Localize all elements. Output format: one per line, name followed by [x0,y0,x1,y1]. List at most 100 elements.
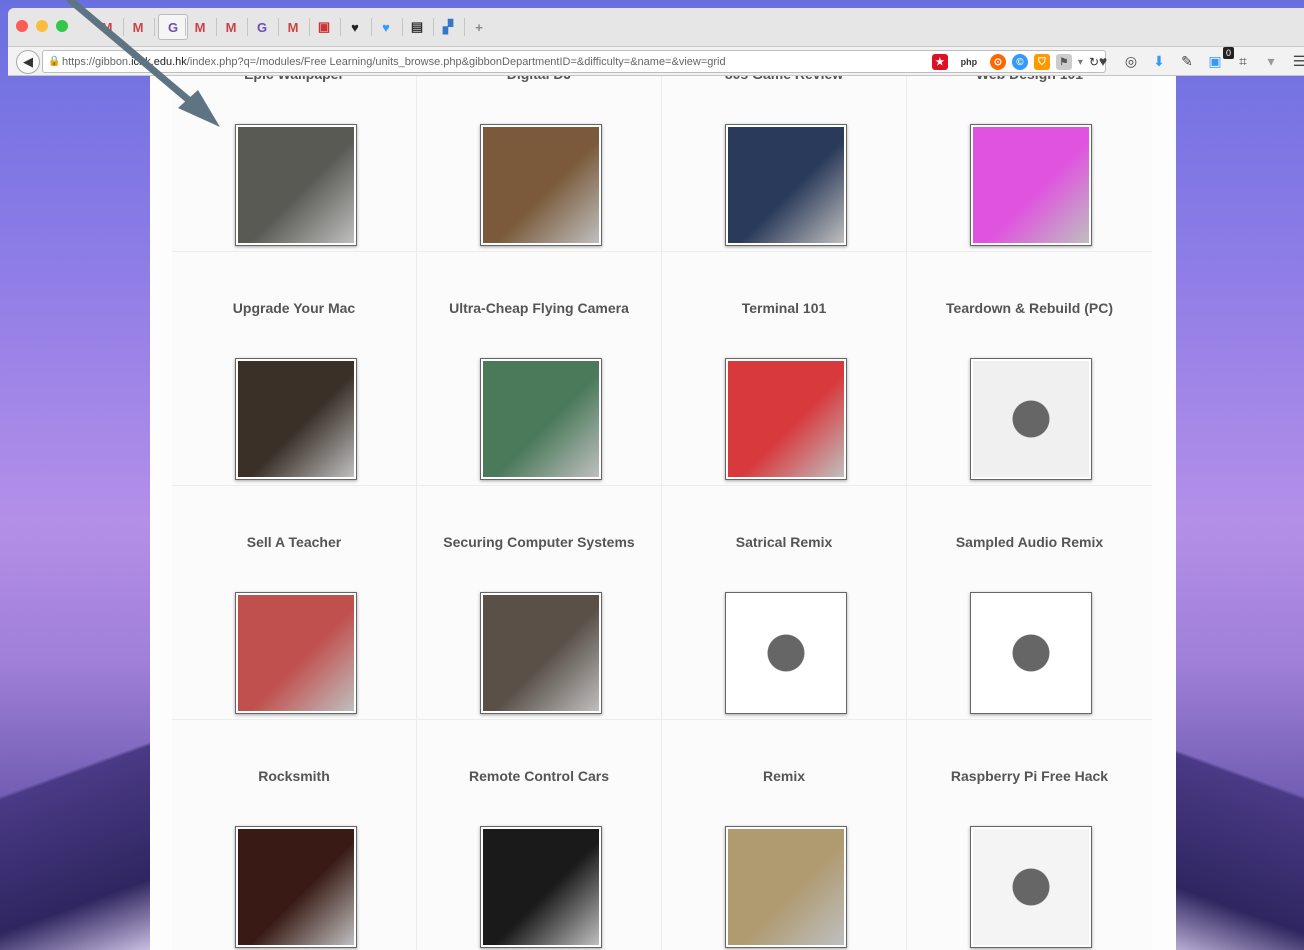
unit-card[interactable]: Ultra-Cheap Flying Camera [417,252,662,508]
gmail-tab-3[interactable]: M [189,18,211,36]
unit-thumbnail[interactable] [235,826,357,948]
tab-separator [309,18,310,36]
unit-card[interactable]: Upgrade Your Mac [172,252,417,508]
close-window-button[interactable] [16,20,28,32]
unit-title[interactable]: Digital DJ [417,76,661,82]
url-bar[interactable]: 🔒 https://gibbon. ichk.edu.hk /index.php… [42,50,1106,73]
gmail-tab[interactable]: M [96,18,118,36]
new-tab-button[interactable]: + [468,18,490,36]
maximize-window-button[interactable] [56,20,68,32]
delicious-tab[interactable]: ▞ [437,18,459,36]
unit-card[interactable]: Teardown & Rebuild (PC) [907,252,1152,508]
shield-icon[interactable]: ⛉ [1033,54,1050,70]
unit-title[interactable]: Web Design 101 [907,76,1152,82]
unit-card[interactable]: Sell A Teacher [172,486,417,742]
dropdown-icon[interactable]: ▾ [1078,57,1083,68]
unit-thumbnail[interactable] [970,592,1092,714]
unit-thumbnail[interactable] [725,124,847,246]
unit-card[interactable]: Remote Control Cars [417,720,662,950]
unit-thumbnail[interactable] [480,124,602,246]
tab-separator [278,18,279,36]
unit-title[interactable]: Remix [662,768,906,784]
notification-badge: 0 [1223,47,1235,59]
unit-thumbnail-image [728,829,844,945]
unit-card[interactable]: Epic Wallpaper [172,76,417,274]
unit-thumbnail[interactable] [970,124,1092,246]
unit-thumbnail[interactable] [970,826,1092,948]
unit-title[interactable]: Ultra-Cheap Flying Camera [417,300,661,316]
unit-card[interactable]: Remix [662,720,907,950]
unit-card[interactable]: Rocksmith [172,720,417,950]
gibbon-tab-2[interactable]: G [251,18,273,36]
tab-separator [433,18,434,36]
unit-title[interactable]: Raspberry Pi Free Hack [907,768,1152,784]
unit-card[interactable]: Web Design 101 [907,76,1152,274]
extension-blue-icon[interactable]: © [1011,54,1028,70]
unit-thumbnail[interactable] [480,826,602,948]
app-tab[interactable]: ▣ [313,18,335,36]
unit-thumbnail[interactable] [235,358,357,480]
url-host: ichk.edu.hk [131,55,187,68]
unit-thumbnail-image [973,361,1089,477]
browser-toolbar: ♥ ◎ ⬇ ✎ ▣ ⌗ ▾ ☰ [1094,51,1304,71]
unit-thumbnail[interactable] [480,592,602,714]
unit-thumbnail-image [483,127,599,243]
unit-title[interactable]: Rocksmith [172,768,416,784]
toolbar-dropdown-icon[interactable]: ▾ [1262,53,1280,70]
gmail-tab-2[interactable]: M [127,18,149,36]
unit-card[interactable]: Securing Computer Systems [417,486,662,742]
github-icon[interactable]: ◎ [1122,53,1140,70]
unit-thumbnail-image [483,361,599,477]
menu-icon[interactable]: ☰ [1290,53,1304,70]
html-badge-icon[interactable]: ⚑ [1055,54,1072,70]
twitter-tab-2[interactable]: ♥ [375,18,397,36]
back-button[interactable]: ◀ [16,50,40,74]
unit-thumbnail[interactable] [235,124,357,246]
unit-thumbnail[interactable] [725,592,847,714]
unit-title[interactable]: Securing Computer Systems [417,534,661,550]
unit-thumbnail[interactable] [235,592,357,714]
download-icon[interactable]: ⬇ [1150,53,1168,70]
tab-separator [123,18,124,36]
unit-thumbnail-image [973,595,1089,711]
unit-thumbnail[interactable] [480,358,602,480]
tab-separator [216,18,217,36]
gmail-tab-5[interactable]: M [282,18,304,36]
unit-card[interactable]: Sampled Audio Remix [907,486,1152,742]
unit-thumbnail-image [238,361,354,477]
extension-circle-icon[interactable]: ⊙ [989,54,1006,70]
lock-icon: 🔒 [48,56,61,67]
extension-badge-icon[interactable]: ▣ [1206,53,1224,70]
unit-card[interactable]: 80s Game Review [662,76,907,274]
hk-flag-icon[interactable]: ★ [931,54,948,70]
unit-title[interactable]: Sell A Teacher [172,534,416,550]
digg-tab[interactable]: ▤ [406,18,428,36]
unit-thumbnail-image [238,829,354,945]
unit-card[interactable]: Digital DJ [417,76,662,274]
unit-card[interactable]: Satrical Remix [662,486,907,742]
unit-title[interactable]: Sampled Audio Remix [907,534,1152,550]
unit-title[interactable]: Epic Wallpaper [172,76,416,82]
unit-thumbnail[interactable] [970,358,1092,480]
unit-title[interactable]: 80s Game Review [662,76,906,82]
unit-title[interactable]: Upgrade Your Mac [172,300,416,316]
unit-title[interactable]: Teardown & Rebuild (PC) [907,300,1152,316]
unit-title[interactable]: Terminal 101 [662,300,906,316]
unit-card[interactable]: Raspberry Pi Free Hack [907,720,1152,950]
wrench-icon[interactable]: ✎ [1178,53,1196,70]
unit-thumbnail-image [728,361,844,477]
unit-title[interactable]: Satrical Remix [662,534,906,550]
unit-title[interactable]: Remote Control Cars [417,768,661,784]
unit-thumbnail[interactable] [725,358,847,480]
unit-thumbnail-image [238,127,354,243]
unit-thumbnail-image [973,829,1089,945]
gibbon-tab[interactable]: G [158,14,188,40]
crop-icon[interactable]: ⌗ [1234,53,1252,70]
twitter-tab[interactable]: ♥ [344,18,366,36]
minimize-window-button[interactable] [36,20,48,32]
unit-card[interactable]: Terminal 101 [662,252,907,508]
pocket-icon[interactable]: ♥ [1094,53,1112,69]
unit-thumbnail[interactable] [725,826,847,948]
php-icon[interactable]: php [953,54,984,70]
gmail-tab-4[interactable]: M [220,18,242,36]
